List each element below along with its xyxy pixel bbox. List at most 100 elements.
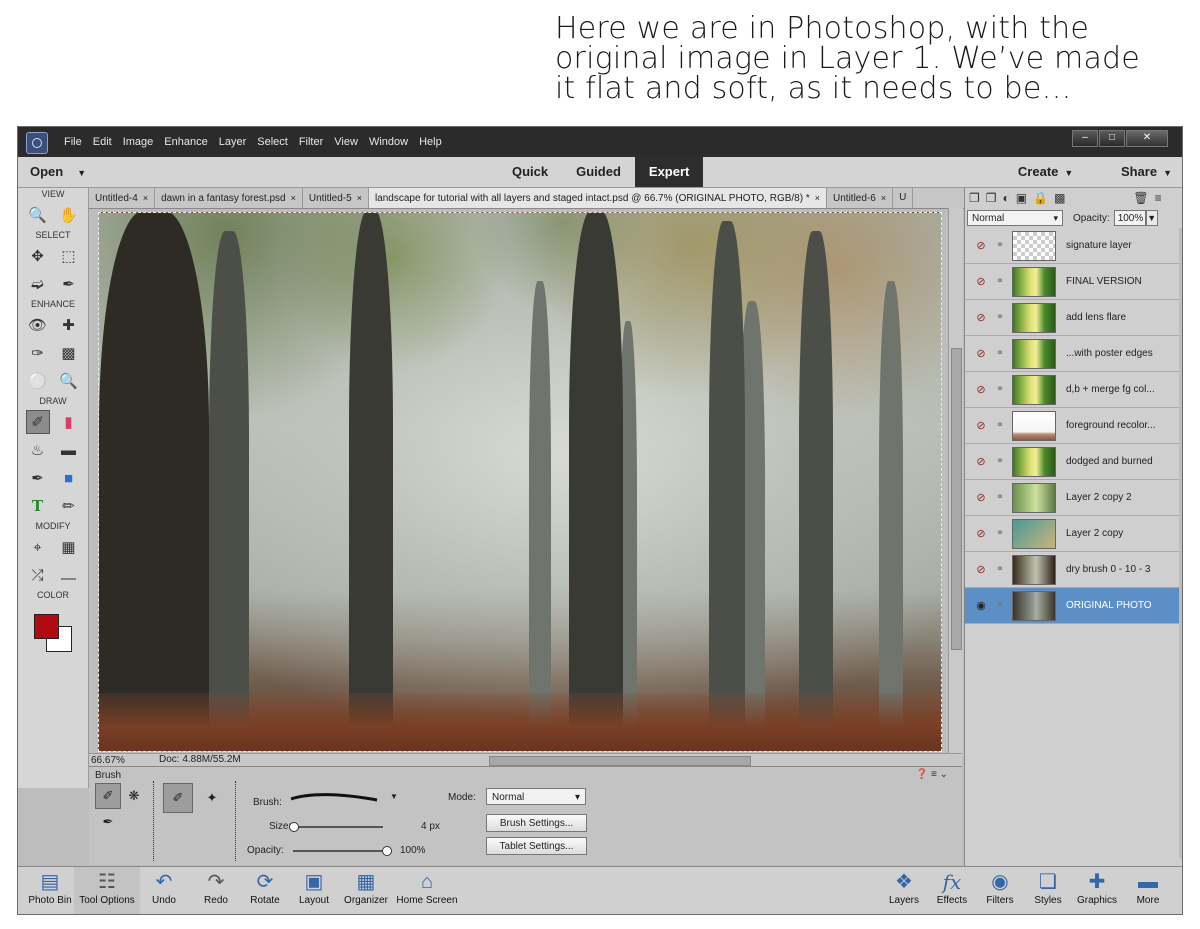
shape-tool-icon[interactable]: ■ <box>57 466 81 490</box>
marquee-tool-icon[interactable]: ⬚ <box>57 244 81 268</box>
doc-tab[interactable]: Untitled-6 × <box>827 188 894 208</box>
layer-row[interactable]: ⊘ ⚭ add lens flare <box>965 300 1182 336</box>
zoom-level[interactable]: 66.67% <box>91 755 125 766</box>
type-tool-icon[interactable]: T <box>26 494 50 518</box>
red-eye-tool-icon[interactable]: 👁 <box>26 313 50 337</box>
gradient-tool-icon[interactable]: ▬ <box>57 438 81 462</box>
smart-brush-tool-icon[interactable]: ✑ <box>26 341 50 365</box>
link-icon[interactable]: ⚭ <box>994 276 1006 287</box>
menu-layer[interactable]: Layer <box>219 136 247 148</box>
clone-stamp-tool-icon[interactable]: ▩ <box>57 341 81 365</box>
eraser-tool-icon[interactable]: ▮ <box>57 410 81 434</box>
eyedropper-tool-icon[interactable]: ✒ <box>26 466 50 490</box>
brush-tool-icon[interactable]: ✐ <box>25 410 50 434</box>
pencil-tool-icon[interactable]: ✏ <box>57 494 81 518</box>
photo-bin-button[interactable]: ▤ Photo Bin <box>28 867 72 914</box>
airbrush-mode-button[interactable]: ✦ <box>197 783 227 813</box>
more-button[interactable]: ▬ More <box>1128 867 1168 914</box>
paint-bucket-tool-icon[interactable]: ♨ <box>26 438 50 462</box>
link-icon[interactable]: ⚭ <box>994 312 1006 323</box>
menu-enhance[interactable]: Enhance <box>164 136 207 148</box>
layer-row[interactable]: ⊘ ⚭ FINAL VERSION <box>965 264 1182 300</box>
doc-tab[interactable]: Untitled-5 × <box>303 188 369 208</box>
create-button[interactable]: Create ▼ <box>996 164 1073 179</box>
menu-file[interactable]: File <box>64 136 82 148</box>
tab-guided[interactable]: Guided <box>562 157 635 187</box>
color-swatches[interactable] <box>28 608 78 658</box>
share-button[interactable]: Share ▼ <box>1099 164 1172 179</box>
trash-icon[interactable]: 🗑 <box>1133 191 1148 205</box>
link-icon[interactable]: ⚭ <box>994 240 1006 251</box>
panel-menu-icon[interactable]: ❓ ≡ ⌄ <box>916 769 948 780</box>
eye-hidden-icon[interactable]: ⊘ <box>971 491 991 504</box>
minimize-icon[interactable]: – <box>1072 130 1098 147</box>
eye-visible-icon[interactable]: ◉ <box>971 599 991 612</box>
layer-name[interactable]: add lens flare <box>1066 312 1126 323</box>
new-layer-icon[interactable]: ❐ <box>969 191 980 205</box>
layer-row[interactable]: ⊘ ⚭ dry brush 0 - 10 - 3 <box>965 552 1182 588</box>
image-canvas[interactable] <box>98 212 942 752</box>
menu-window[interactable]: Window <box>369 136 408 148</box>
layer-name[interactable]: Layer 2 copy <box>1066 528 1123 539</box>
layer-row[interactable]: ⊘ ⚭ signature layer <box>965 228 1182 264</box>
link-icon[interactable]: ⚭ <box>994 564 1006 575</box>
layer-row[interactable]: ⊘ ⚭ d,b + merge fg col... <box>965 372 1182 408</box>
blend-mode-select[interactable]: Normal <box>967 210 1063 226</box>
chevron-down-icon[interactable]: ▼ <box>1145 210 1158 226</box>
rotate-button[interactable]: ⟳ Rotate <box>244 867 286 914</box>
redo-button[interactable]: ↷ Redo <box>198 867 234 914</box>
layer-opacity-input[interactable]: 100% <box>1113 210 1146 226</box>
straighten-tool-icon[interactable]: ⎼ <box>57 563 81 587</box>
lock-icon[interactable]: 🔒 <box>1033 191 1048 205</box>
filters-button[interactable]: ◉ Filters <box>980 867 1020 914</box>
brush-mode-button[interactable]: ✐ <box>163 783 193 813</box>
tab-quick[interactable]: Quick <box>498 157 562 187</box>
layer-name[interactable]: dry brush 0 - 10 - 3 <box>1066 564 1150 575</box>
menu-filter[interactable]: Filter <box>299 136 323 148</box>
layer-row[interactable]: ◉ ⚭ ORIGINAL PHOTO <box>965 588 1182 624</box>
tool-options-button[interactable]: ☷ Tool Options <box>74 867 140 914</box>
quick-selection-tool-icon[interactable]: ✒ <box>57 272 81 296</box>
effects-button[interactable]: fx Effects <box>932 867 972 914</box>
close-icon[interactable]: × <box>881 193 886 203</box>
eye-hidden-icon[interactable]: ⊘ <box>971 383 991 396</box>
menu-image[interactable]: Image <box>123 136 154 148</box>
graphics-button[interactable]: ✚ Graphics <box>1074 867 1120 914</box>
link-icon[interactable]: ⚭ <box>994 528 1006 539</box>
menu-edit[interactable]: Edit <box>93 136 112 148</box>
size-slider-knob[interactable] <box>289 822 299 832</box>
brush-tool-option-button[interactable]: ✐ <box>95 783 121 809</box>
close-icon[interactable]: ✕ <box>1126 130 1168 147</box>
organizer-button[interactable]: ▦ Organizer <box>338 867 394 914</box>
layer-row[interactable]: ⊘ ⚭ dodged and burned <box>965 444 1182 480</box>
doc-tab-active[interactable]: landscape for tutorial with all layers a… <box>368 188 828 208</box>
layer-name[interactable]: foreground recolor... <box>1066 420 1156 431</box>
foreground-color-swatch[interactable] <box>34 614 59 639</box>
new-group-icon[interactable]: ❒ <box>986 191 997 205</box>
layers-scrollbar[interactable] <box>1179 228 1182 858</box>
tablet-settings-button[interactable]: Tablet Settings... <box>486 837 587 855</box>
layer-row[interactable]: ⊘ ⚭ ...with poster edges <box>965 336 1182 372</box>
opacity-slider-knob[interactable] <box>382 846 392 856</box>
adjustment-layer-icon[interactable]: ◐ <box>1003 191 1010 205</box>
layer-row[interactable]: ⊘ ⚭ Layer 2 copy <box>965 516 1182 552</box>
eye-hidden-icon[interactable]: ⊘ <box>971 455 991 468</box>
close-icon[interactable]: × <box>291 193 296 203</box>
eye-hidden-icon[interactable]: ⊘ <box>971 347 991 360</box>
home-screen-button[interactable]: ⌂ Home Screen <box>395 867 459 914</box>
eye-hidden-icon[interactable]: ⊘ <box>971 419 991 432</box>
spot-healing-tool-icon[interactable]: ✚ <box>57 313 81 337</box>
menu-view[interactable]: View <box>334 136 358 148</box>
opacity-value[interactable]: 100% <box>400 845 426 856</box>
brush-preset-picker[interactable] <box>289 793 379 803</box>
link-icon[interactable]: ⚭ <box>994 456 1006 467</box>
layer-row[interactable]: ⊘ ⚭ Layer 2 copy 2 <box>965 480 1182 516</box>
size-slider[interactable] <box>293 826 383 828</box>
layers-button[interactable]: ❖ Layers <box>884 867 924 914</box>
doc-tab[interactable]: U <box>893 188 914 208</box>
opacity-slider[interactable] <box>293 850 387 852</box>
recompose-tool-icon[interactable]: ▦ <box>57 535 81 559</box>
styles-button[interactable]: ❏ Styles <box>1028 867 1068 914</box>
sponge-tool-icon[interactable]: 🔍 <box>57 369 81 393</box>
layer-name[interactable]: dodged and burned <box>1066 456 1153 467</box>
